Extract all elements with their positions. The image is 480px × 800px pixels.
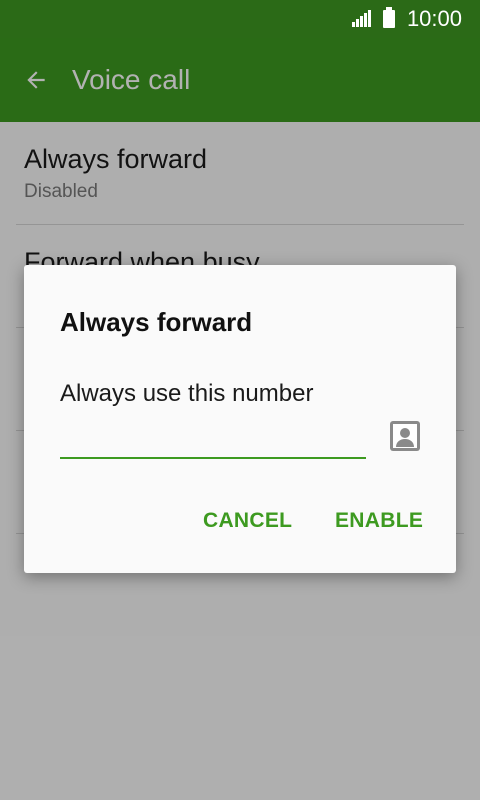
- always-forward-dialog: Always forward Always use this number CA…: [24, 265, 456, 573]
- battery-icon: [382, 7, 395, 28]
- dialog-label: Always use this number: [60, 380, 314, 407]
- forward-number-input[interactable]: [60, 423, 366, 459]
- cancel-button[interactable]: CANCEL: [203, 509, 292, 533]
- status-time: 10:00: [406, 6, 462, 31]
- dialog-title: Always forward: [60, 307, 253, 337]
- enable-button[interactable]: ENABLE: [335, 509, 423, 533]
- status-bar: 10:00: [0, 0, 480, 38]
- cellular-signal-icon: [351, 10, 371, 27]
- contact-picker-icon: [390, 421, 420, 451]
- contact-picker-button[interactable]: [389, 420, 421, 452]
